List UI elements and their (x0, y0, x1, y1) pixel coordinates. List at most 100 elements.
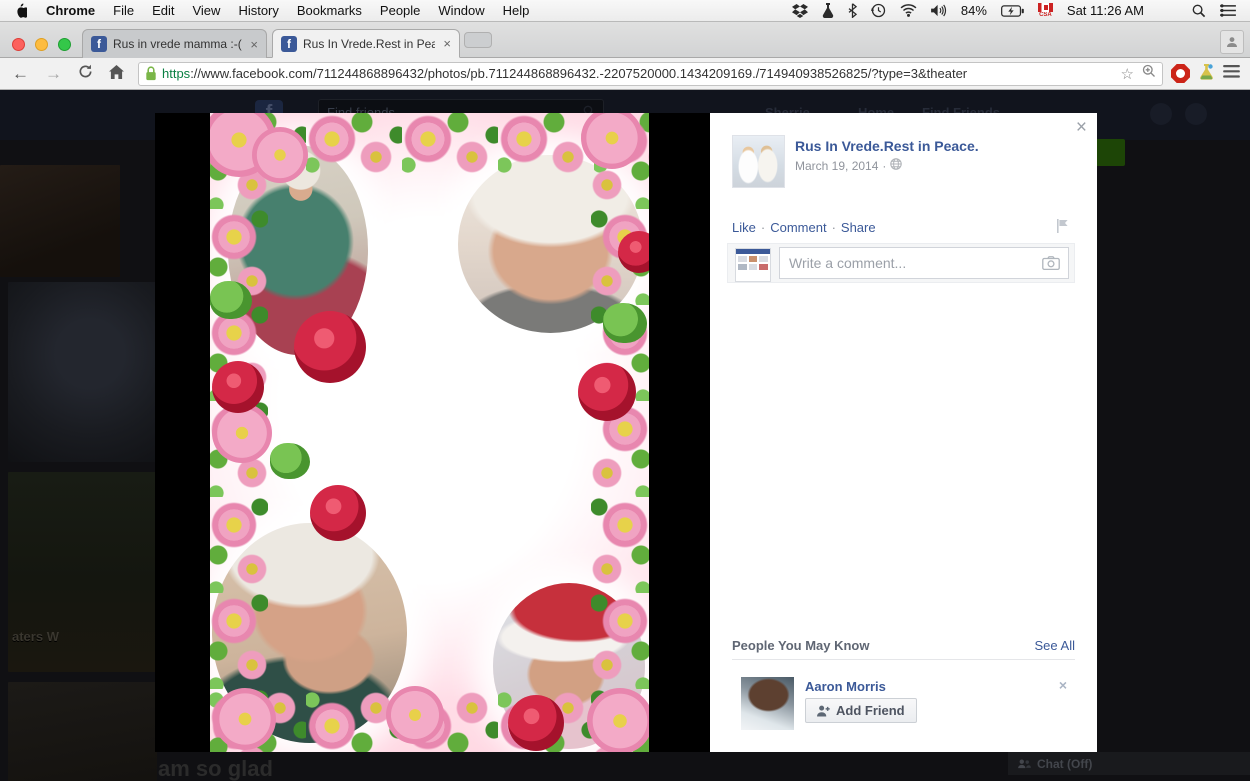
theater-side-panel: × Rus In Vrede.Rest in Peace. March 19, … (710, 113, 1097, 752)
menu-file[interactable]: File (104, 0, 143, 22)
spotlight-icon[interactable] (1192, 4, 1206, 18)
flower-decoration (581, 113, 643, 169)
page-name-link[interactable]: Rus In Vrede.Rest in Peace. (795, 138, 979, 154)
flask-extension-icon[interactable] (1199, 63, 1214, 85)
menu-window[interactable]: Window (429, 0, 493, 22)
dot-separator: · (760, 220, 766, 235)
chrome-menu-icon[interactable] (1223, 64, 1240, 83)
address-bar[interactable]: https://www.facebook.com/711244868896432… (138, 61, 1163, 86)
comment-input[interactable] (779, 247, 1069, 279)
chrome-toolbar: ← → https://www.facebook.com/71124486889… (0, 58, 1250, 90)
nav-icon-dimmed (1150, 103, 1172, 125)
menu-bookmarks[interactable]: Bookmarks (288, 0, 371, 22)
comment-composer (727, 243, 1075, 283)
menu-bar-clock[interactable]: Sat 11:26 AM (1067, 3, 1144, 18)
leaf-decoration (603, 303, 647, 343)
url-scheme: https (162, 66, 191, 81)
macos-menu-bar: Chrome File Edit View History Bookmarks … (0, 0, 1250, 22)
window-zoom-button[interactable] (58, 38, 71, 51)
rose-decoration (310, 485, 366, 541)
reload-button[interactable] (70, 64, 101, 84)
forward-button[interactable]: → (37, 64, 70, 84)
nav-icon-dimmed (1185, 103, 1207, 125)
dismiss-suggestion-icon[interactable]: × (1059, 677, 1067, 693)
zoom-page-icon[interactable] (1142, 64, 1156, 83)
photo-thumbnail-dimmed: aters W (8, 472, 157, 672)
add-friend-button[interactable]: Add Friend (805, 698, 917, 723)
window-close-button[interactable] (12, 38, 25, 51)
tab-close-icon[interactable]: × (250, 37, 258, 52)
suggested-friend-name[interactable]: Aaron Morris (805, 679, 886, 694)
window-minimize-button[interactable] (35, 38, 48, 51)
facebook-favicon: f (281, 35, 297, 52)
camera-icon[interactable] (1042, 256, 1060, 275)
tab-rus-in-vrede-rest-in-peace[interactable]: f Rus In Vrede.Rest in Peace × (272, 29, 460, 58)
theater-photo-stage (155, 113, 710, 752)
chat-label: Chat (Off) (1037, 756, 1093, 771)
privacy-globe-icon (890, 158, 903, 173)
chrome-tab-strip: f Rus in vrede mamma :-( - S × f Rus In … (0, 22, 1250, 58)
flower-decoration (386, 686, 444, 744)
notification-center-icon[interactable] (1220, 4, 1236, 17)
menu-history[interactable]: History (229, 0, 287, 22)
thumbnail-caption-dimmed: aters W (12, 629, 59, 644)
battery-icon (1000, 4, 1024, 17)
rose-decoration (508, 695, 564, 751)
tab-title: Rus in vrede mamma :-( - S (113, 37, 242, 51)
battery-percent: 84% (960, 3, 987, 18)
photo-thumbnail-dimmed (8, 282, 157, 462)
back-button[interactable]: ← (4, 64, 37, 84)
add-friend-label: Add Friend (836, 703, 905, 718)
memorial-photo[interactable] (210, 113, 649, 752)
flower-decoration (252, 127, 308, 183)
tab-rus-in-vrede-mamma[interactable]: f Rus in vrede mamma :-( - S × (82, 29, 267, 58)
pymk-header: People You May Know (732, 638, 870, 653)
photo-date[interactable]: March 19, 2014 (795, 159, 878, 173)
photo-thumbnail-dimmed (0, 165, 120, 277)
suggested-friend-avatar[interactable] (741, 677, 794, 730)
dot-separator: · (882, 158, 887, 173)
chat-bar[interactable]: Chat (Off) (1008, 752, 1250, 775)
rose-decoration (212, 361, 264, 413)
browser-profile-button[interactable] (1220, 30, 1244, 54)
home-button[interactable] (101, 64, 132, 84)
comment-link[interactable]: Comment (770, 220, 826, 235)
post-text-dimmed: am so glad (158, 756, 273, 781)
see-all-link[interactable]: See All (1035, 638, 1075, 653)
menu-view[interactable]: View (183, 0, 229, 22)
new-tab-button[interactable] (464, 32, 492, 48)
menu-chrome[interactable]: Chrome (37, 0, 104, 22)
rose-decoration (294, 311, 366, 383)
leaf-decoration (270, 443, 310, 479)
page-avatar-angels[interactable] (732, 135, 785, 188)
adblock-extension-icon[interactable] (1171, 64, 1190, 83)
apple-menu-icon[interactable] (0, 3, 37, 18)
rose-decoration (578, 363, 636, 421)
padlock-icon[interactable] (145, 66, 157, 81)
dropbox-icon[interactable] (791, 3, 808, 18)
commenter-avatar[interactable] (735, 248, 771, 282)
theater-close-icon[interactable]: × (1076, 117, 1087, 139)
volume-icon[interactable] (930, 4, 947, 17)
bookmark-star-icon[interactable]: ☆ (1121, 65, 1134, 83)
leaf-decoration (210, 281, 252, 319)
facebook-page-content: f Find friends Sherrie Home Find Friends… (0, 90, 1250, 781)
facebook-favicon: f (91, 36, 107, 52)
menu-help[interactable]: Help (494, 0, 539, 22)
wifi-icon[interactable] (900, 4, 917, 17)
tab-close-icon[interactable]: × (443, 36, 451, 51)
dot-separator: · (831, 220, 836, 235)
share-link[interactable]: Share (841, 220, 876, 235)
bluetooth-icon[interactable] (848, 3, 857, 18)
url-text: ://www.facebook.com/711244868896432/phot… (190, 66, 968, 81)
app-flask-icon[interactable] (822, 3, 834, 18)
time-machine-icon[interactable] (870, 3, 886, 18)
flower-decoration (587, 688, 649, 752)
csa-app-icon[interactable]: CSA (1037, 3, 1053, 18)
dimmed-page-button (1095, 139, 1125, 166)
menu-people[interactable]: People (371, 0, 429, 22)
photo-thumbnail-dimmed (8, 682, 157, 781)
menu-edit[interactable]: Edit (143, 0, 183, 22)
like-link[interactable]: Like (732, 220, 756, 235)
report-flag-icon[interactable] (1055, 219, 1069, 238)
